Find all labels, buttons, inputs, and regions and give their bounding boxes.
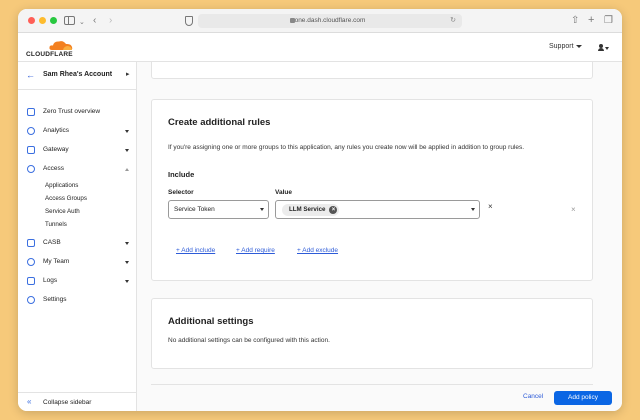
logs-icon bbox=[27, 277, 35, 285]
maximize-window-button[interactable] bbox=[50, 17, 57, 24]
url-text: one.dash.cloudflare.com bbox=[294, 17, 366, 24]
chevron-down-icon bbox=[575, 44, 582, 48]
share-icon[interactable]: ⇧ bbox=[571, 14, 579, 28]
cloudflare-logo[interactable]: CLOUDFLARE bbox=[26, 39, 76, 59]
sidebar-item-label: My Team bbox=[43, 258, 70, 265]
support-label: Support bbox=[549, 43, 574, 50]
settings-title: Additional settings bbox=[168, 316, 254, 327]
sidebar-item-casb[interactable]: CASB bbox=[18, 237, 137, 251]
rules-title: Create additional rules bbox=[168, 117, 271, 128]
sidebar: ← Sam Rhea's Account ▸ Zero Trust overvi… bbox=[18, 62, 137, 411]
remove-chip-icon[interactable]: × bbox=[329, 206, 338, 214]
lock-icon bbox=[290, 18, 295, 23]
gateway-icon bbox=[27, 146, 35, 154]
team-icon bbox=[27, 258, 35, 266]
home-icon bbox=[27, 108, 35, 116]
tabs-overview-icon[interactable]: ❐ bbox=[604, 14, 613, 28]
sidebar-item-my-team[interactable]: My Team bbox=[18, 256, 137, 270]
sidebar-subitem-tunnels[interactable]: Tunnels bbox=[45, 221, 67, 228]
collapse-sidebar-button[interactable]: « Collapse sidebar bbox=[18, 392, 137, 411]
sidebar-item-label: CASB bbox=[43, 239, 61, 246]
settings-description: No additional settings can be configured… bbox=[168, 337, 330, 344]
value-chip: LLM Service × bbox=[282, 204, 340, 216]
sidebar-item-settings[interactable]: Settings bbox=[18, 294, 137, 308]
sidebar-item-access[interactable]: Access bbox=[18, 163, 137, 177]
double-chevron-left-icon: « bbox=[27, 397, 32, 406]
sidebar-item-gateway[interactable]: Gateway bbox=[18, 144, 137, 158]
sidebar-item-label: Settings bbox=[43, 296, 67, 303]
previous-section-card bbox=[151, 62, 593, 79]
minimize-window-button[interactable] bbox=[39, 17, 46, 24]
collapse-sidebar-label: Collapse sidebar bbox=[43, 399, 92, 406]
sidebar-item-label: Zero Trust overview bbox=[43, 108, 101, 115]
clear-value-icon[interactable]: × bbox=[571, 205, 576, 214]
sidebar-item-label: Gateway bbox=[43, 146, 69, 153]
back-icon[interactable]: ‹ bbox=[93, 14, 96, 28]
cloud-logo-icon bbox=[49, 41, 73, 50]
remove-rule-icon[interactable]: × bbox=[488, 202, 493, 211]
cancel-button[interactable]: Cancel bbox=[523, 393, 543, 400]
sidebar-item-label: Logs bbox=[43, 277, 58, 284]
casb-icon bbox=[27, 239, 35, 247]
browser-window: ⌄ ‹ › one.dash.cloudflare.com ↻ ⇧ + ❐ CL… bbox=[18, 9, 622, 411]
chevron-down-icon bbox=[125, 242, 129, 245]
include-label: Include bbox=[168, 170, 195, 179]
selector-value: Service Token bbox=[174, 206, 215, 213]
chevron-right-icon: ▸ bbox=[126, 71, 130, 78]
chevron-down-icon bbox=[125, 149, 129, 152]
sidebar-item-logs[interactable]: Logs bbox=[18, 275, 137, 289]
value-chip-label: LLM Service bbox=[289, 206, 326, 213]
add-exclude-link[interactable]: + Add exclude bbox=[297, 247, 338, 254]
app-header: CLOUDFLARE Support bbox=[18, 33, 622, 62]
sidebar-item-zero-trust-overview[interactable]: Zero Trust overview bbox=[18, 106, 137, 120]
user-menu-icon[interactable] bbox=[598, 44, 610, 52]
footer-divider bbox=[151, 384, 593, 385]
shield-icon[interactable] bbox=[185, 16, 193, 26]
chevron-down-icon bbox=[125, 130, 129, 133]
chevron-down-icon[interactable]: ⌄ bbox=[79, 16, 85, 30]
create-rules-card: Create additional rules If you're assign… bbox=[151, 99, 593, 281]
add-require-link[interactable]: + Add require bbox=[236, 247, 275, 254]
access-icon bbox=[27, 165, 35, 173]
url-bar[interactable]: one.dash.cloudflare.com ↻ bbox=[198, 14, 462, 28]
sidebar-item-label: Analytics bbox=[43, 127, 70, 134]
close-window-button[interactable] bbox=[28, 17, 35, 24]
sidebar-subitem-applications[interactable]: Applications bbox=[45, 182, 78, 189]
additional-settings-card: Additional settings No additional settin… bbox=[151, 298, 593, 369]
back-arrow-icon[interactable]: ← bbox=[26, 70, 35, 80]
selector-dropdown[interactable]: Service Token bbox=[168, 200, 269, 219]
sidebar-toggle-icon[interactable] bbox=[64, 16, 75, 25]
analytics-icon bbox=[27, 127, 35, 135]
value-label: Value bbox=[275, 189, 292, 196]
chevron-down-icon bbox=[125, 261, 129, 264]
chevron-down-icon bbox=[125, 280, 129, 283]
add-include-link[interactable]: + Add include bbox=[176, 247, 215, 254]
chevron-down-icon bbox=[260, 208, 264, 211]
chevron-up-icon bbox=[125, 168, 129, 171]
sidebar-item-label: Access bbox=[43, 165, 64, 172]
selector-label: Selector bbox=[168, 189, 194, 196]
support-menu[interactable]: Support bbox=[549, 43, 582, 50]
new-tab-icon[interactable]: + bbox=[588, 13, 594, 27]
sidebar-subitem-access-groups[interactable]: Access Groups bbox=[45, 195, 87, 202]
add-policy-button[interactable]: Add policy bbox=[554, 391, 612, 405]
logo-text: CLOUDFLARE bbox=[26, 51, 73, 58]
sidebar-item-analytics[interactable]: Analytics bbox=[18, 125, 137, 139]
reload-icon[interactable]: ↻ bbox=[450, 14, 456, 28]
chevron-down-icon[interactable] bbox=[471, 208, 475, 211]
account-switcher[interactable]: ← Sam Rhea's Account ▸ bbox=[18, 62, 137, 90]
main-content: Create additional rules If you're assign… bbox=[137, 62, 622, 411]
account-name: Sam Rhea's Account bbox=[43, 71, 113, 78]
value-multiselect[interactable]: LLM Service × × bbox=[275, 200, 576, 219]
sidebar-subitem-service-auth[interactable]: Service Auth bbox=[45, 208, 80, 215]
forward-icon[interactable]: › bbox=[109, 14, 112, 28]
rules-description: If you're assigning one or more groups t… bbox=[168, 144, 525, 151]
browser-toolbar: ⌄ ‹ › one.dash.cloudflare.com ↻ ⇧ + ❐ bbox=[18, 9, 622, 33]
gear-icon bbox=[27, 296, 35, 304]
